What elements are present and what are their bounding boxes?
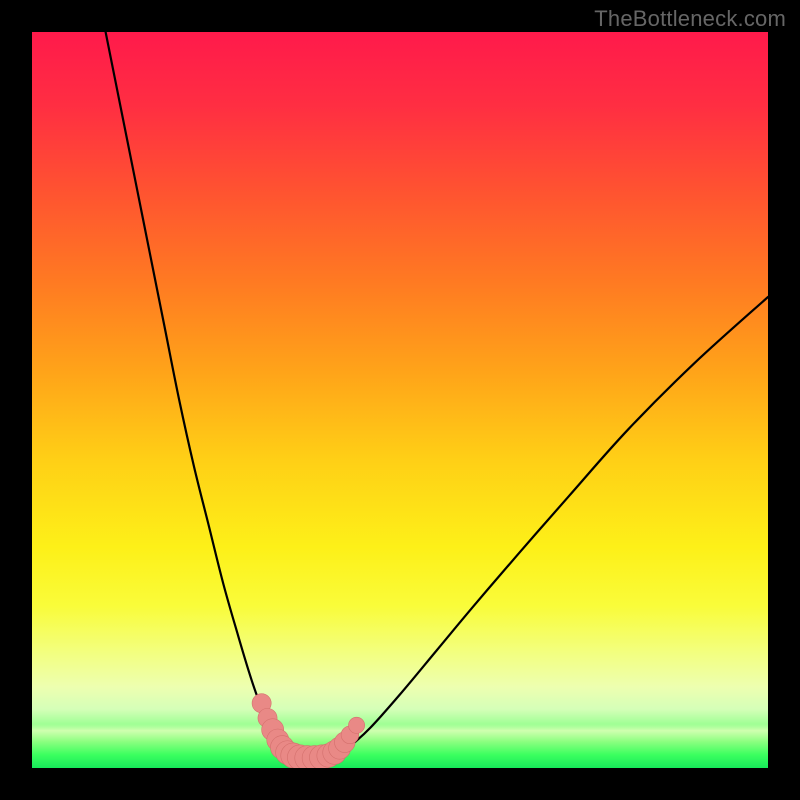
chart-svg [32, 32, 768, 768]
marker-dot [348, 717, 364, 733]
watermark-text: TheBottleneck.com [594, 6, 786, 32]
outer-frame: TheBottleneck.com [0, 0, 800, 800]
curve-group [106, 32, 768, 758]
curve-left-branch [106, 32, 284, 755]
plot-area [32, 32, 768, 768]
bottom-markers [252, 694, 365, 768]
curve-right-branch [340, 297, 768, 755]
